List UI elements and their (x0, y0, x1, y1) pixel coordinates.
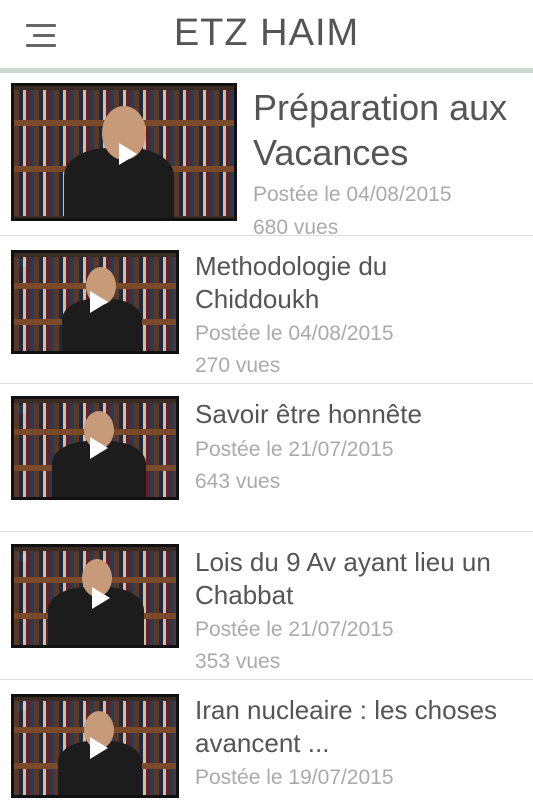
video-views: 643 vues (195, 470, 281, 493)
video-thumbnail[interactable] (11, 83, 237, 221)
video-date: Postée le 19/07/2015 (195, 766, 394, 789)
video-thumbnail[interactable] (11, 544, 179, 648)
video-views: 270 vues (195, 354, 281, 377)
video-item[interactable]: Lois du 9 Av ayant lieu un Chabbat Posté… (0, 532, 533, 680)
play-icon (90, 291, 108, 313)
video-item-featured[interactable]: Préparation aux Vacances Postée le 04/08… (0, 73, 533, 236)
video-thumbnail[interactable] (11, 396, 179, 500)
video-thumbnail[interactable] (11, 694, 179, 798)
video-views: 680 vues (253, 216, 339, 236)
video-item[interactable]: Iran nucleaire : les choses avancent ...… (0, 680, 533, 800)
video-date: Postée le 21/07/2015 (195, 438, 394, 461)
app-header: ETZ HAIM (0, 0, 533, 74)
video-views: 353 vues (195, 650, 281, 673)
play-icon (90, 437, 108, 459)
video-thumbnail[interactable] (11, 250, 179, 354)
video-title: Lois du 9 Av ayant lieu un Chabbat (195, 547, 491, 610)
video-title: Savoir être honnête (195, 399, 422, 429)
video-item[interactable]: Savoir être honnête Postée le 21/07/2015… (0, 384, 533, 532)
play-icon (119, 143, 137, 165)
video-item[interactable]: Methodologie du Chiddoukh Postée le 04/0… (0, 236, 533, 384)
video-title: Iran nucleaire : les choses avancent ... (195, 695, 498, 758)
video-date: Postée le 04/08/2015 (195, 322, 394, 345)
video-date: Postée le 21/07/2015 (195, 618, 394, 641)
video-title: Methodologie du Chiddoukh (195, 251, 388, 314)
video-date: Postée le 04/08/2015 (253, 183, 452, 206)
app-title: ETZ HAIM (173, 12, 360, 54)
video-title: Préparation aux Vacances (253, 87, 508, 173)
play-icon (92, 587, 110, 609)
play-icon (90, 737, 108, 759)
